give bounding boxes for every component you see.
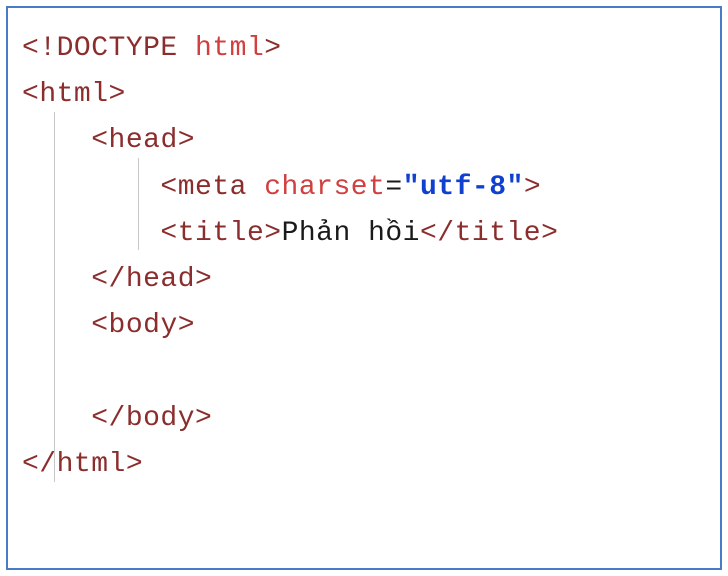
tag-close2: > [541, 218, 558, 249]
code-line-6: </head> [22, 257, 706, 303]
tag-close: > [264, 218, 281, 249]
tag-close: > [126, 449, 143, 480]
title-tag: title [178, 218, 265, 249]
body-tag: body [109, 310, 178, 341]
blank-line [22, 356, 39, 387]
indent [22, 172, 160, 203]
code-line-3: <head> [22, 118, 706, 164]
indent [22, 403, 91, 434]
doctype-close: > [264, 33, 281, 64]
code-line-7: <body> [22, 303, 706, 349]
indent [22, 218, 160, 249]
tag-open: < [22, 79, 39, 110]
head-close-tag: head [126, 264, 195, 295]
indent-guide-1 [54, 112, 55, 482]
doctype-name: html [195, 33, 264, 64]
html-tag: html [39, 79, 108, 110]
tag-close: > [195, 264, 212, 295]
indent [22, 310, 91, 341]
tag-open: </ [91, 403, 126, 434]
tag-close: > [195, 403, 212, 434]
indent [22, 125, 91, 156]
tag-close: > [178, 125, 195, 156]
tag-open2: </ [420, 218, 455, 249]
code-snippet-container: <!DOCTYPE html> <html> <head> <meta char… [6, 6, 722, 570]
code-line-2: <html> [22, 72, 706, 118]
tag-open: < [160, 218, 177, 249]
code-line-4: <meta charset="utf-8"> [22, 165, 706, 211]
meta-tag: meta [178, 172, 265, 203]
equals: = [385, 172, 402, 203]
tag-close: > [524, 172, 541, 203]
charset-attr: charset [264, 172, 385, 203]
indent-guide-2 [138, 158, 139, 250]
tag-close: > [109, 79, 126, 110]
code-line-5: <title>Phản hồi</title> [22, 211, 706, 257]
code-line-8-blank [22, 349, 706, 395]
doctype-open: <!DOCTYPE [22, 33, 195, 64]
indent [22, 264, 91, 295]
code-line-9: </body> [22, 396, 706, 442]
code-line-10: </html> [22, 442, 706, 488]
body-close-tag: body [126, 403, 195, 434]
code-line-1: <!DOCTYPE html> [22, 26, 706, 72]
tag-close: > [178, 310, 195, 341]
tag-open: < [91, 125, 108, 156]
charset-value: "utf-8" [403, 172, 524, 203]
tag-open: < [160, 172, 177, 203]
head-tag: head [109, 125, 178, 156]
tag-open: </ [22, 449, 57, 480]
html-close-tag: html [57, 449, 126, 480]
title-text: Phản hồi [282, 218, 420, 249]
tag-open: </ [91, 264, 126, 295]
tag-open: < [91, 310, 108, 341]
title-tag-close: title [455, 218, 542, 249]
